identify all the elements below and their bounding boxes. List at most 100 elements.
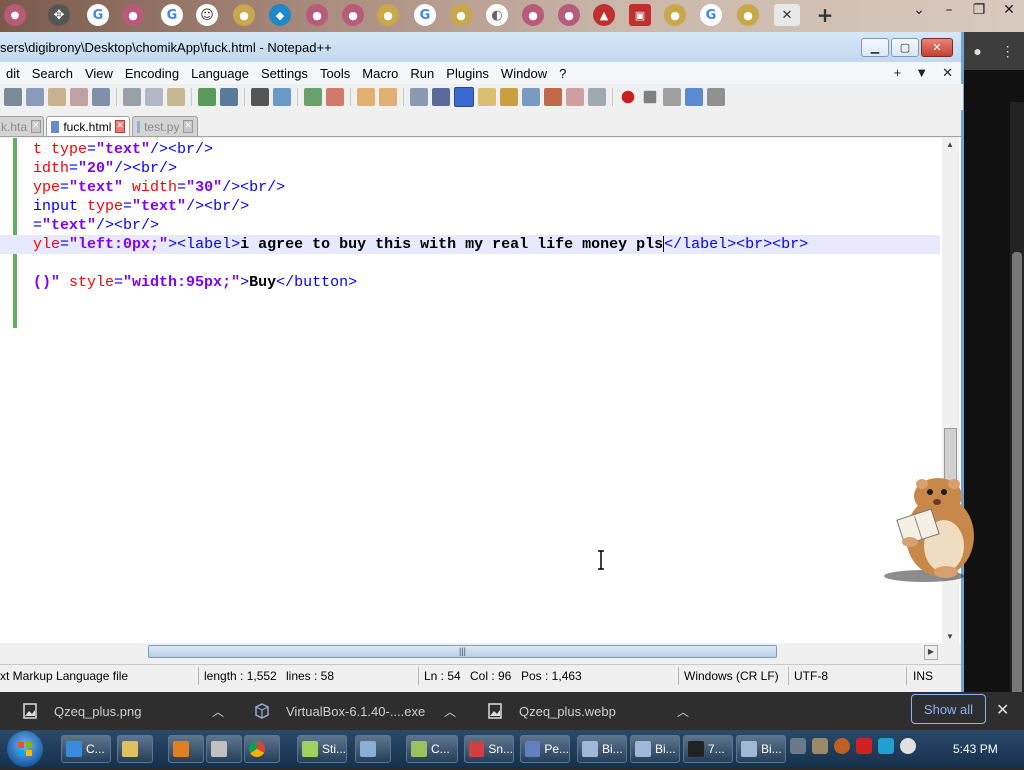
new-document-icon[interactable]: +	[894, 65, 902, 81]
taskbar-button-window[interactable]: Bi...	[630, 735, 680, 763]
taskbar-button-explorer[interactable]	[117, 735, 153, 763]
close-tab-icon[interactable]: ✕	[31, 120, 41, 133]
close-file-icon[interactable]	[48, 88, 66, 106]
menu-settings[interactable]: Settings	[255, 66, 314, 81]
show-all-button[interactable]: Show all	[911, 694, 986, 724]
code-line[interactable]: t type="text"/><br/>	[33, 140, 213, 159]
taskbar-button-stickies[interactable]: Sti...	[297, 735, 347, 763]
code-line[interactable]: ype="text" width="30"/><br/>	[33, 178, 285, 197]
start-button[interactable]	[7, 731, 43, 767]
chevron-up-icon[interactable]: ︿	[212, 703, 224, 720]
menu-help[interactable]: ?	[553, 66, 572, 81]
zoom-in-icon[interactable]	[304, 88, 322, 106]
profile-icon[interactable]: ●	[973, 43, 981, 59]
save-icon[interactable]	[4, 88, 22, 106]
file-tab[interactable]: k.hta ✕	[0, 116, 44, 136]
smiley-tab-icon[interactable]: ☺	[196, 4, 218, 26]
taskbar-button-paint[interactable]: Pe...	[520, 735, 570, 763]
tab-favicon[interactable]: ▲	[593, 4, 615, 26]
menu-edit[interactable]: dit	[0, 66, 26, 81]
menu-window[interactable]: Window	[495, 66, 553, 81]
user-lang-icon[interactable]	[478, 88, 496, 106]
save-all-icon[interactable]	[26, 88, 44, 106]
tab-favicon[interactable]: ●	[737, 4, 759, 26]
play-multiple-icon[interactable]	[685, 88, 703, 106]
menu-view[interactable]: View	[79, 66, 119, 81]
google-tab-icon[interactable]: G	[161, 4, 183, 26]
close-document-icon[interactable]: ✕	[942, 65, 953, 81]
redo-icon[interactable]	[220, 88, 238, 106]
scroll-down-arrow[interactable]: ▼	[946, 632, 954, 641]
replace-icon[interactable]	[273, 88, 291, 106]
download-item[interactable]: VirtualBox-6.1.40-....exe ︿	[254, 698, 456, 724]
status-eol[interactable]: Windows (CR LF)	[684, 669, 779, 683]
new-tab-button[interactable]: +	[814, 3, 836, 27]
google-tab-icon[interactable]: G	[414, 4, 436, 26]
tab-favicon[interactable]: ●	[558, 4, 580, 26]
monitoring-icon[interactable]	[566, 88, 584, 106]
close-all-icon[interactable]	[70, 88, 88, 106]
flag-icon[interactable]	[856, 738, 872, 754]
find-icon[interactable]	[251, 88, 269, 106]
menu-plugins[interactable]: Plugins	[440, 66, 495, 81]
taskbar-button-notepad[interactable]: C...	[406, 735, 458, 763]
tab-favicon[interactable]: ●	[4, 4, 26, 26]
move-icon[interactable]: ✥	[48, 4, 70, 26]
taskbar-button-media[interactable]	[168, 735, 204, 763]
tray-icon[interactable]	[812, 738, 828, 754]
menu-icon[interactable]: ⋮	[1001, 43, 1015, 60]
close-tab-icon[interactable]: ✕	[115, 120, 125, 133]
code-line[interactable]: ="text"/><br/>	[33, 216, 159, 235]
status-encoding[interactable]: UTF-8	[794, 669, 828, 683]
minimize-icon[interactable]: –	[934, 0, 964, 20]
code-line[interactable]: input type="text"/><br/>	[33, 197, 249, 216]
scrollbar-thumb[interactable]: |||	[148, 645, 777, 658]
eye-icon[interactable]	[588, 88, 606, 106]
code-line[interactable]: ()" style="width:95px;">Buy</button>	[33, 273, 357, 292]
file-tab-active[interactable]: fuck.html ✕	[46, 116, 130, 136]
tab-favicon[interactable]: ●	[233, 4, 255, 26]
download-item[interactable]: Qzeq_plus.webp ︿	[487, 698, 689, 724]
code-editor[interactable]: t type="text"/><br/> idth="20"/><br/> yp…	[0, 138, 961, 643]
taskbar-button-calc[interactable]	[206, 735, 242, 763]
tray-icon[interactable]	[834, 738, 850, 754]
taskbar-button-chrome[interactable]	[244, 735, 280, 763]
menu-run[interactable]: Run	[404, 66, 440, 81]
menu-language[interactable]: Language	[185, 66, 255, 81]
tab-favicon[interactable]: ●	[122, 4, 144, 26]
function-list-icon[interactable]	[522, 88, 540, 106]
tab-favicon[interactable]: ◐	[486, 4, 508, 26]
cut-icon[interactable]	[123, 88, 141, 106]
restore-icon[interactable]: ❐	[964, 0, 994, 20]
indent-guide-icon[interactable]	[454, 87, 474, 107]
scroll-up-arrow[interactable]: ▲	[946, 140, 954, 149]
close-downloads-icon[interactable]: ✕	[996, 700, 1009, 719]
tab-search-icon[interactable]: ⌄	[904, 0, 934, 20]
close-tab-icon[interactable]: ✕	[774, 4, 800, 26]
menu-search[interactable]: Search	[26, 66, 79, 81]
minimize-button[interactable]: ▁	[861, 38, 889, 57]
download-item[interactable]: Qzeq_plus.png ︿	[22, 698, 224, 724]
show-all-chars-icon[interactable]	[432, 88, 450, 106]
save-macro-icon[interactable]	[707, 88, 725, 106]
google-tab-icon[interactable]: G	[700, 4, 722, 26]
print-icon[interactable]	[92, 88, 110, 106]
undo-icon[interactable]	[198, 88, 216, 106]
tab-favicon[interactable]: ●	[342, 4, 364, 26]
play-macro-icon[interactable]	[663, 88, 681, 106]
tab-favicon[interactable]: ●	[450, 4, 472, 26]
chevron-up-icon[interactable]: ︿	[677, 703, 689, 720]
tab-favicon[interactable]: ●	[664, 4, 686, 26]
taskbar-button-window[interactable]: Bi...	[577, 735, 627, 763]
close-tab-icon[interactable]: ✕	[183, 120, 193, 133]
record-macro-icon[interactable]	[621, 90, 635, 104]
close-icon[interactable]: ✕	[994, 0, 1024, 20]
volume-icon[interactable]	[900, 738, 916, 754]
dropdown-icon[interactable]: ▼	[915, 65, 928, 81]
tab-favicon[interactable]: ▣	[629, 4, 651, 26]
doc-map-icon[interactable]	[500, 88, 518, 106]
zoom-out-icon[interactable]	[326, 88, 344, 106]
tab-favicon[interactable]: ●	[377, 4, 399, 26]
taskbar-button-window[interactable]	[355, 735, 391, 763]
tab-favicon[interactable]: ◆	[269, 4, 291, 26]
